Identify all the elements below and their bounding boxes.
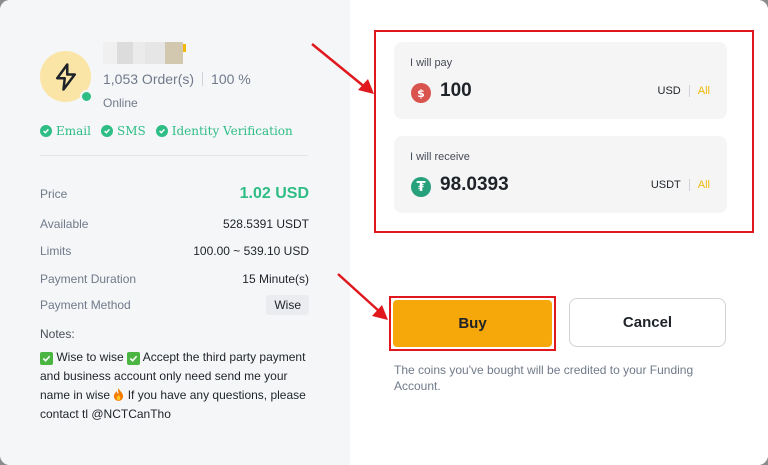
receive-currency-group: USDT All <box>651 179 710 191</box>
check-circle-icon <box>40 125 52 137</box>
receive-currency: USDT <box>650 179 681 191</box>
usdt-coin-icon: ₮ <box>411 177 431 197</box>
divider <box>40 155 308 156</box>
merchant-stats: 1,053 Order(s) 100 % <box>103 71 251 87</box>
available-row: Available 528.5391 USDT <box>40 217 309 231</box>
payment-method-row: Payment Method Wise <box>40 295 309 315</box>
verification-label: SMS <box>116 124 146 138</box>
duration-value: 15 Minute(s) <box>242 272 309 286</box>
price-value: 1.02 USD <box>239 185 309 202</box>
pay-all-button[interactable]: All <box>698 85 710 97</box>
duration-row: Payment Duration 15 Minute(s) <box>40 272 309 286</box>
limits-row: Limits 100.00 ~ 539.10 USD <box>40 244 309 258</box>
lightning-icon <box>55 62 76 91</box>
receive-amount-input[interactable]: 98.0393 <box>440 174 509 196</box>
buy-order-dialog: 1,053 Order(s) 100 % Online Email SMS Id… <box>0 0 768 465</box>
online-status-text: Online <box>103 96 138 110</box>
fire-icon <box>114 388 124 401</box>
verification-identity: Identity Verification <box>155 124 293 138</box>
check-circle-icon <box>155 125 168 137</box>
verification-label: Email <box>56 124 91 138</box>
limits-label: Limits <box>40 244 72 258</box>
duration-label: Payment Duration <box>40 272 137 286</box>
buy-button[interactable]: Buy <box>393 300 552 347</box>
red-arrow-icon <box>311 43 374 94</box>
verification-list: Email SMS Identity Verification <box>40 124 293 138</box>
funding-account-note: The coins you've bought will be credited… <box>394 363 694 393</box>
pay-currency: USD <box>657 85 681 97</box>
completion-rate: 100 % <box>211 71 251 87</box>
limits-value: 100.00 ~ 539.10 USD <box>193 244 309 258</box>
available-label: Available <box>40 217 89 231</box>
available-value: 528.5391 USDT <box>222 217 309 231</box>
check-box-icon <box>127 352 141 365</box>
receive-label: I will receive <box>410 151 470 163</box>
merchant-name-blurred[interactable] <box>103 42 197 64</box>
notes-part: Wise to wise <box>53 350 128 364</box>
price-row: Price 1.02 USD <box>40 185 309 203</box>
receive-amount-field[interactable]: I will receive ₮ 98.0393 USDT All <box>394 136 727 213</box>
payment-method-tag: Wise <box>266 295 309 315</box>
pay-currency-group: USD All <box>658 85 710 97</box>
stats-separator <box>202 72 204 86</box>
payment-method-label: Payment Method <box>40 298 131 312</box>
currency-separator <box>688 179 690 191</box>
notes-text: Wise to wise Accept the third party paym… <box>40 348 312 424</box>
verification-sms: SMS <box>100 124 146 138</box>
online-status-dot <box>80 90 93 103</box>
red-arrow-icon <box>337 273 388 320</box>
check-circle-icon <box>100 125 113 137</box>
notes-label: Notes: <box>40 327 75 341</box>
pay-label: I will pay <box>410 57 453 69</box>
currency-separator <box>688 85 690 97</box>
receive-all-button[interactable]: All <box>698 179 710 191</box>
order-count: 1,053 Order(s) <box>103 71 195 87</box>
cancel-button[interactable]: Cancel <box>569 298 726 347</box>
price-label: Price <box>40 187 68 201</box>
check-box-icon <box>40 352 53 365</box>
merchant-panel: 1,053 Order(s) 100 % Online Email SMS Id… <box>0 0 350 465</box>
verification-label: Identity Verification <box>171 124 293 138</box>
verification-email: Email <box>40 124 91 138</box>
pay-amount-field[interactable]: I will pay $ 100 USD All <box>394 42 727 119</box>
pay-amount-input[interactable]: 100 <box>440 80 472 102</box>
usd-coin-icon: $ <box>411 83 431 103</box>
